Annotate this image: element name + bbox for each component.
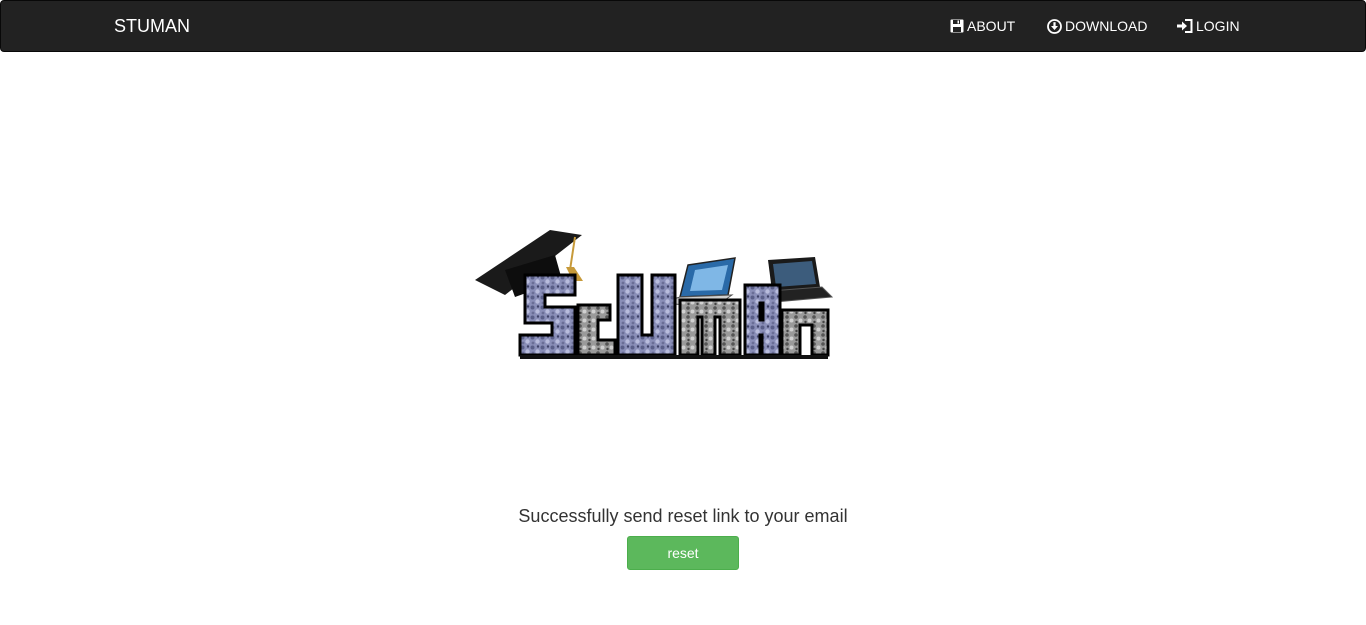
download-circle-icon [1047,18,1062,34]
floppy-disk-icon [950,19,964,33]
stuman-logo [470,225,840,370]
nav-item-label: DOWNLOAD [1065,18,1148,34]
login-icon [1177,19,1193,33]
brand-link[interactable]: STUMAN [114,16,190,36]
nav-item-about[interactable]: ABOUT [950,16,1015,36]
nav-item-login[interactable]: LOGIN [1177,16,1240,36]
reset-button[interactable]: reset [627,536,739,570]
nav-item-label: LOGIN [1196,18,1240,34]
status-message: Successfully send reset link to your ema… [518,506,848,526]
nav-item-label: ABOUT [967,18,1016,34]
top-navbar: STUMAN ABOUT DOWNLOAD LOGIN [0,0,1366,52]
nav-item-download[interactable]: DOWNLOAD [1047,16,1147,36]
